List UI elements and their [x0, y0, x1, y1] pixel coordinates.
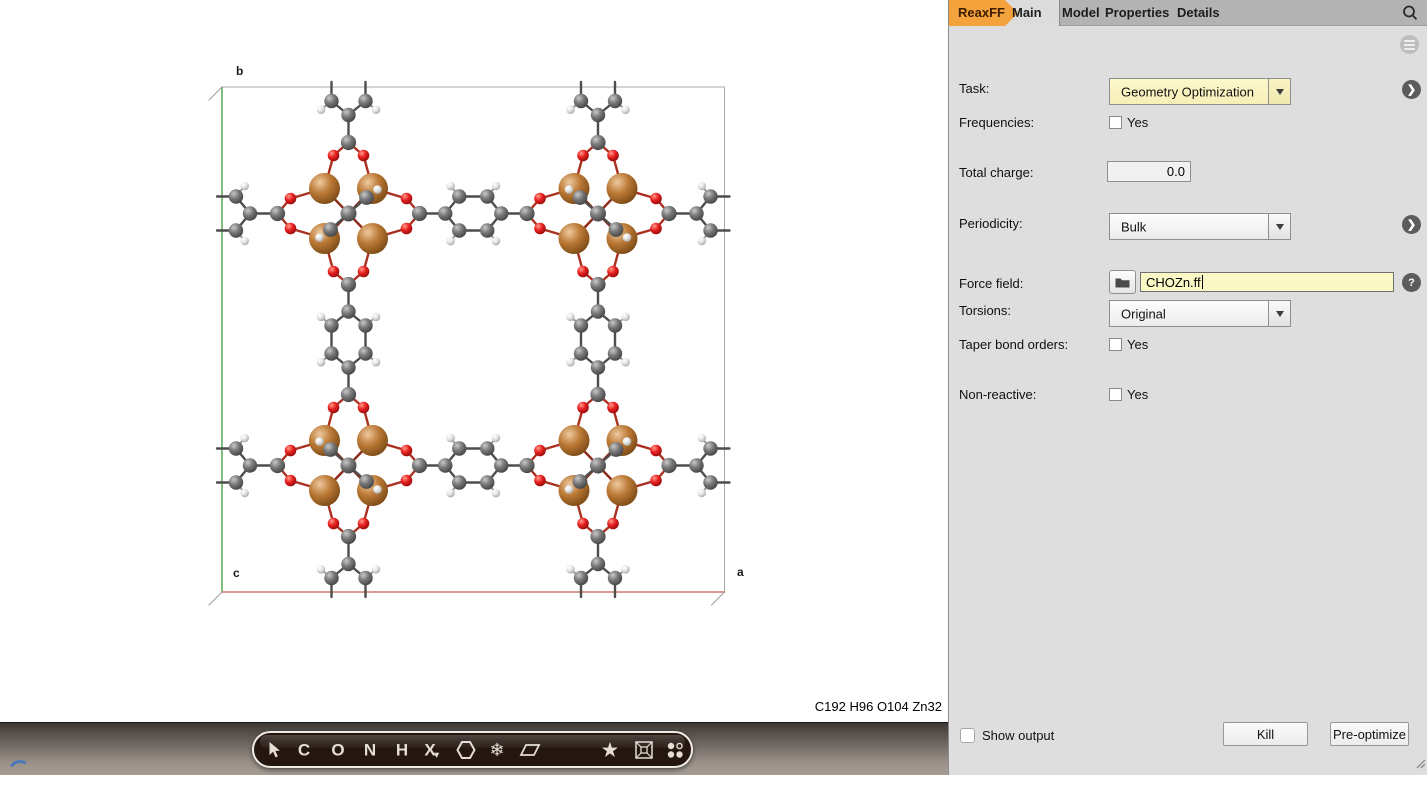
- panel-tab-bar: ReaxFF Main Model Properties Details: [949, 0, 1427, 26]
- star-icon: ★: [602, 740, 618, 760]
- scm-logo-partial: [6, 758, 34, 786]
- chevron-right-icon: ❯: [1407, 83, 1416, 96]
- element-toolbar: C O N H X ▾ ❄ ★: [252, 731, 693, 768]
- frequencies-checkbox[interactable]: [1109, 116, 1122, 129]
- task-value: Geometry Optimization: [1121, 84, 1254, 99]
- axis-label-a: a: [737, 565, 744, 579]
- search-icon: [1401, 4, 1419, 22]
- tab-model[interactable]: Model: [1062, 0, 1100, 26]
- atoms-display-tool[interactable]: [666, 740, 685, 759]
- force-field-label: Force field:: [959, 276, 1023, 291]
- question-mark-icon: ?: [1408, 277, 1415, 289]
- pre-optimize-button[interactable]: Pre-optimize: [1330, 722, 1409, 746]
- taper-option-label[interactable]: Yes: [1127, 337, 1148, 352]
- resize-grip[interactable]: [1415, 756, 1426, 774]
- pointer-icon: [269, 742, 282, 758]
- molecule-canvas[interactable]: [0, 0, 948, 722]
- force-field-input[interactable]: CHOZn.ff: [1140, 272, 1394, 292]
- task-dropdown[interactable]: Geometry Optimization: [1109, 78, 1291, 105]
- viewer-bottom-bar: C O N H X ▾ ❄ ★: [0, 722, 948, 775]
- kill-button[interactable]: Kill: [1223, 722, 1308, 746]
- non-reactive-label: Non-reactive:: [959, 387, 1036, 402]
- resize-grip-icon: [1415, 758, 1426, 769]
- total-charge-value: 0.0: [1167, 164, 1185, 179]
- total-charge-label: Total charge:: [959, 165, 1033, 180]
- nitrogen-tool[interactable]: N: [364, 741, 376, 758]
- freeze-tool[interactable]: ❄: [489, 741, 504, 759]
- axis-label-c: c: [233, 566, 240, 580]
- periodicity-label: Periodicity:: [959, 216, 1023, 231]
- hexagon-icon: [456, 740, 476, 760]
- taper-bond-orders-checkbox[interactable]: [1109, 338, 1122, 351]
- force-field-value: CHOZn.ff: [1146, 275, 1201, 290]
- element-x-tool[interactable]: X ▾: [424, 741, 435, 758]
- oxygen-tool[interactable]: O: [331, 741, 344, 758]
- chevron-right-icon: ❯: [1407, 218, 1416, 231]
- text-cursor: [1202, 275, 1203, 289]
- periodicity-value: Bulk: [1121, 219, 1146, 234]
- force-field-browse-button[interactable]: [1109, 270, 1136, 294]
- pre-optimize-button-label: Pre-optimize: [1333, 727, 1406, 742]
- box-view-icon: [634, 740, 654, 760]
- torsions-label: Torsions:: [959, 303, 1011, 318]
- periodicity-dropdown-arrow[interactable]: [1268, 214, 1290, 239]
- torsions-dropdown-arrow[interactable]: [1268, 301, 1290, 326]
- kill-button-label: Kill: [1257, 727, 1274, 742]
- hydrogen-tool[interactable]: H: [396, 741, 408, 758]
- perspective-tool[interactable]: [634, 740, 654, 760]
- ring-tool[interactable]: [456, 740, 476, 760]
- periodicity-details-button[interactable]: ❯: [1402, 215, 1421, 234]
- force-field-help-button[interactable]: ?: [1402, 273, 1421, 292]
- search-button[interactable]: [1401, 4, 1419, 22]
- folder-icon: [1115, 277, 1130, 288]
- total-charge-input[interactable]: 0.0: [1107, 161, 1191, 182]
- non-reactive-checkbox[interactable]: [1109, 388, 1122, 401]
- down-triangle-icon: [1276, 311, 1284, 317]
- dots-icon: [666, 740, 685, 759]
- carbon-tool[interactable]: C: [298, 741, 310, 758]
- task-dropdown-arrow[interactable]: [1268, 79, 1290, 104]
- favorites-tool[interactable]: ★: [602, 741, 618, 759]
- show-output-label[interactable]: Show output: [982, 728, 1054, 743]
- menu-icon: [1404, 40, 1415, 42]
- show-output-checkbox[interactable]: [960, 728, 975, 743]
- task-label: Task:: [959, 81, 989, 96]
- tab-properties[interactable]: Properties: [1105, 0, 1169, 26]
- panel-menu-button[interactable]: [1400, 35, 1419, 54]
- torsions-dropdown[interactable]: Original: [1109, 300, 1291, 327]
- down-triangle-icon: [1276, 89, 1284, 95]
- non-reactive-option-label[interactable]: Yes: [1127, 387, 1148, 402]
- element-x-dropdown-arrow: ▾: [434, 750, 439, 759]
- reaxff-settings-panel: ReaxFF Main Model Properties Details Tas…: [948, 0, 1427, 775]
- snowflake-icon: ❄: [489, 740, 504, 760]
- formula-label: C192 H96 O104 Zn32: [815, 699, 942, 714]
- plane-tool[interactable]: [518, 741, 542, 759]
- axis-label-b: b: [236, 64, 243, 78]
- frequencies-label: Frequencies:: [959, 115, 1034, 130]
- parallelogram-icon: [518, 741, 542, 759]
- torsions-value: Original: [1121, 306, 1166, 321]
- frequencies-option-label[interactable]: Yes: [1127, 115, 1148, 130]
- tab-main[interactable]: Main: [1012, 0, 1042, 26]
- periodicity-dropdown[interactable]: Bulk: [1109, 213, 1291, 240]
- molecule-viewport[interactable]: b c a C192 H96 O104 Zn32: [0, 0, 948, 722]
- taper-bond-orders-label: Taper bond orders:: [959, 337, 1068, 352]
- task-details-button[interactable]: ❯: [1402, 80, 1421, 99]
- select-pointer-tool[interactable]: [269, 742, 282, 758]
- tab-reaxff[interactable]: ReaxFF: [949, 0, 1018, 26]
- tab-details[interactable]: Details: [1177, 0, 1220, 26]
- down-triangle-icon: [1276, 224, 1284, 230]
